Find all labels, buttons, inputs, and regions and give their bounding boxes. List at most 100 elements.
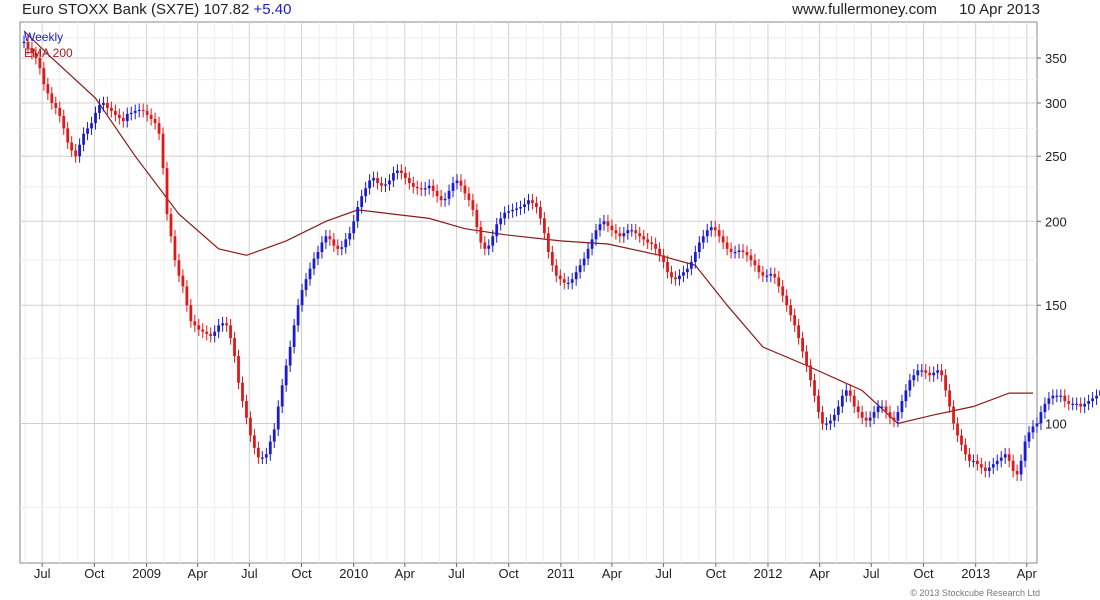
weekly-bar bbox=[674, 277, 677, 280]
weekly-bar bbox=[181, 275, 185, 287]
weekly-bar bbox=[1055, 395, 1059, 397]
x-tick-label: Apr bbox=[1017, 566, 1038, 581]
x-tick-label: Jul bbox=[241, 566, 258, 581]
weekly-bar bbox=[177, 260, 181, 276]
weekly-bar bbox=[380, 183, 383, 186]
weekly-bar bbox=[932, 372, 936, 376]
weekly-bar bbox=[121, 117, 125, 122]
weekly-bar bbox=[141, 109, 145, 112]
weekly-bar bbox=[62, 115, 66, 129]
weekly-bar bbox=[507, 211, 511, 213]
weekly-bar bbox=[117, 114, 121, 118]
weekly-bar bbox=[737, 250, 741, 253]
weekly-bar bbox=[920, 370, 924, 372]
weekly-bar bbox=[149, 114, 153, 119]
weekly-bar bbox=[527, 200, 530, 205]
weekly-bar bbox=[757, 265, 761, 273]
x-tick-label: Jul bbox=[863, 566, 880, 581]
weekly-bar bbox=[260, 457, 264, 459]
weekly-bar bbox=[320, 242, 324, 253]
weekly-bar bbox=[801, 338, 804, 352]
weekly-bar bbox=[860, 412, 864, 418]
weekly-bar bbox=[880, 406, 884, 408]
x-tick-label: Oct bbox=[913, 566, 934, 581]
weekly-bar bbox=[852, 395, 856, 407]
x-tick-label: Jul bbox=[655, 566, 672, 581]
weekly-bar bbox=[642, 236, 646, 240]
weekly-bar bbox=[1095, 395, 1098, 399]
weekly-bar bbox=[197, 325, 201, 330]
weekly-bar bbox=[908, 380, 912, 391]
weekly-bar bbox=[74, 150, 78, 157]
weekly-bar bbox=[245, 401, 248, 418]
weekly-bar bbox=[793, 315, 797, 326]
weekly-bar bbox=[979, 464, 983, 468]
weekly-bar bbox=[82, 133, 85, 145]
y-tick-label: 250 bbox=[1045, 149, 1067, 164]
weekly-bar bbox=[70, 142, 74, 151]
weekly-bar bbox=[928, 372, 932, 376]
weekly-bar bbox=[229, 325, 232, 339]
legend-weekly: Weekly bbox=[24, 30, 64, 44]
weekly-bar bbox=[689, 261, 693, 269]
weekly-bar bbox=[1039, 412, 1043, 424]
weekly-bar bbox=[388, 180, 391, 185]
weekly-bar bbox=[221, 323, 225, 326]
weekly-bar bbox=[308, 268, 312, 280]
weekly-bar bbox=[1051, 395, 1055, 399]
weekly-bar bbox=[713, 227, 717, 231]
x-tick-label: 2009 bbox=[132, 566, 161, 581]
y-tick-label: 100 bbox=[1045, 417, 1067, 432]
weekly-bar bbox=[372, 177, 375, 181]
copyright-notice: © 2013 Stockcube Research Ltd bbox=[910, 588, 1040, 598]
weekly-bar bbox=[550, 252, 554, 266]
x-tick-label: Apr bbox=[395, 566, 416, 581]
weekly-bar bbox=[975, 460, 979, 465]
weekly-bar bbox=[129, 112, 133, 115]
weekly-bar bbox=[125, 113, 129, 122]
x-tick-label: Oct bbox=[84, 566, 105, 581]
weekly-bar bbox=[519, 207, 522, 209]
x-tick-label: 2011 bbox=[547, 566, 575, 581]
weekly-bar bbox=[670, 272, 673, 278]
weekly-bar bbox=[304, 279, 308, 291]
weekly-bar bbox=[610, 225, 614, 231]
weekly-bar bbox=[153, 118, 157, 124]
x-tick-label: Oct bbox=[706, 566, 727, 581]
weekly-bar bbox=[717, 230, 721, 237]
x-tick-label: Apr bbox=[602, 566, 623, 581]
weekly-bar bbox=[384, 184, 387, 186]
weekly-bar bbox=[241, 382, 244, 402]
weekly-bar bbox=[1091, 398, 1094, 402]
y-tick-label: 150 bbox=[1045, 298, 1067, 313]
weekly-bar bbox=[1007, 454, 1011, 461]
weekly-bar bbox=[872, 412, 876, 418]
weekly-bar bbox=[797, 325, 801, 339]
weekly-bar bbox=[1019, 460, 1023, 475]
weekly-bar bbox=[1031, 426, 1035, 433]
weekly-bar bbox=[1059, 395, 1063, 397]
weekly-bar bbox=[511, 209, 515, 212]
weekly-bar bbox=[1075, 403, 1079, 405]
weekly-bar bbox=[825, 423, 828, 425]
x-tick-label: Jul bbox=[448, 566, 465, 581]
weekly-bar bbox=[237, 356, 240, 383]
weekly-bar bbox=[1015, 470, 1019, 475]
weekly-bar bbox=[280, 385, 284, 407]
weekly-bar bbox=[733, 252, 737, 254]
weekly-bar bbox=[1011, 460, 1015, 471]
x-tick-label: Jul bbox=[34, 566, 51, 581]
y-tick-label: 350 bbox=[1045, 51, 1067, 66]
weekly-bar bbox=[336, 245, 340, 249]
x-tick-label: Apr bbox=[810, 566, 831, 581]
weekly-bar bbox=[809, 365, 812, 381]
weekly-bar bbox=[1003, 454, 1007, 458]
weekly-bar bbox=[284, 365, 288, 386]
x-tick-label: Oct bbox=[499, 566, 520, 581]
weekly-bar bbox=[50, 93, 54, 104]
weekly-bar bbox=[523, 204, 526, 208]
weekly-bar bbox=[562, 279, 566, 283]
weekly-bar bbox=[98, 104, 101, 113]
weekly-bar bbox=[94, 112, 97, 124]
weekly-bar bbox=[952, 406, 955, 424]
